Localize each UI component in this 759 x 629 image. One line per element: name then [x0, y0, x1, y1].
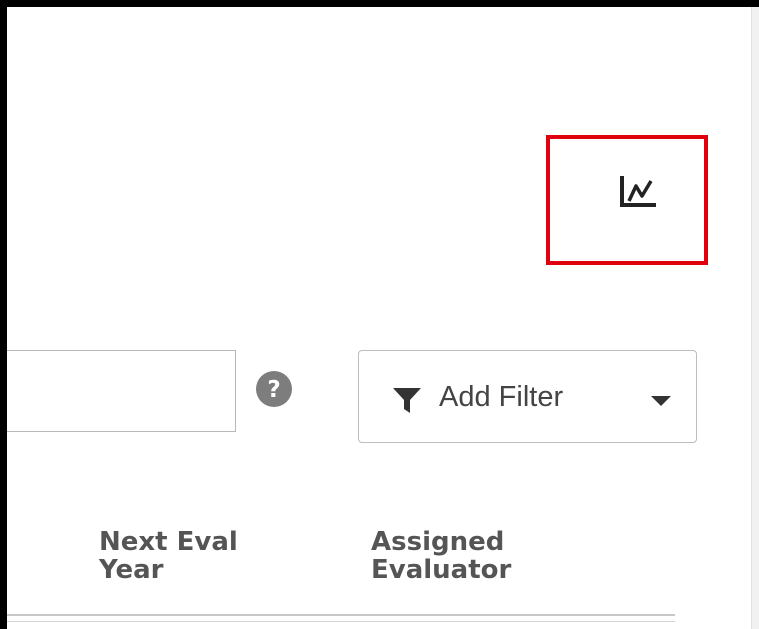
- svg-text:?: ?: [267, 377, 280, 403]
- column-header-assigned-evaluator[interactable]: Assigned Evaluator: [371, 528, 511, 584]
- add-filter-label: Add Filter: [439, 381, 564, 413]
- line-chart-icon: [620, 176, 656, 207]
- header-line: Assigned: [371, 527, 505, 557]
- help-button[interactable]: ?: [254, 369, 294, 409]
- question-circle-icon: ?: [256, 371, 292, 407]
- table-header-divider: [7, 614, 675, 616]
- search-input[interactable]: [7, 350, 236, 432]
- chart-view-button[interactable]: [613, 170, 663, 214]
- caret-down-icon: [650, 394, 672, 412]
- scrollbar-track[interactable]: [751, 7, 759, 629]
- column-header-next-eval-year[interactable]: Next Eval Year: [99, 528, 238, 584]
- table-header-divider: [7, 621, 675, 622]
- add-filter-button[interactable]: Add Filter: [358, 350, 697, 443]
- header-line: Evaluator: [371, 555, 512, 585]
- header-line: Next Eval: [99, 527, 238, 557]
- header-line: Year: [99, 555, 164, 585]
- filter-funnel-icon: [392, 387, 422, 420]
